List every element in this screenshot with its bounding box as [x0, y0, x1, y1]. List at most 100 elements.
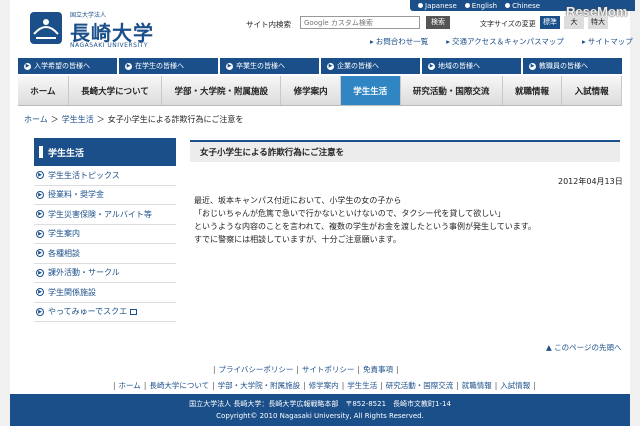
article-line: というような内容のことを言われて、複数の学生がお金を渡したという事例が発生してい…	[194, 222, 536, 231]
footer-nav-home[interactable]: ホーム	[119, 381, 141, 390]
footer-nav-research[interactable]: 研究活動・国際交流	[386, 381, 454, 390]
breadcrumb-student-life[interactable]: 学生生活	[62, 115, 94, 124]
nav-admissions[interactable]: 入試情報	[562, 76, 622, 105]
logo-english: NAGASAKI UNIVERSITY	[70, 42, 148, 49]
arrow-right-icon: ▶	[125, 62, 132, 70]
breadcrumb: ホーム＞学生生活＞女子小学生による詐欺行為にご注意を	[24, 114, 243, 125]
sidebar: 学生生活 ▶ 学生生活トピックス ▶ 授業料・奨学金 ▶ 学生災害保険・アルバイト等 …	[34, 138, 176, 322]
sidebar-item-counseling[interactable]: ▶ 各種相談	[34, 244, 176, 264]
back-to-top-link[interactable]: ▲ このページの先頭へ	[546, 342, 622, 353]
separator-icon: |	[296, 365, 299, 374]
footer-nav-admissions[interactable]: 入試情報	[500, 381, 530, 390]
separator-icon: |	[456, 381, 459, 390]
utility-links: ▸ お問合わせ一覧 ▸ 交通アクセス＆キャンパスマップ ▸ サイトマップ	[370, 36, 633, 47]
nav-academics[interactable]: 修学案内	[281, 76, 341, 105]
arrow-right-icon: ▶	[226, 62, 233, 70]
lang-chinese[interactable]: Chinese	[505, 2, 540, 10]
arrow-right-icon: ▶	[529, 62, 536, 70]
lang-japanese[interactable]: Japanese	[418, 2, 457, 10]
arrow-right-icon: ▶	[36, 307, 44, 316]
article-line: 「おじいちゃんが危篤で急いで行かないといけないので、タクシー代を貸して欲しい」	[194, 209, 506, 218]
sidebar-item-square[interactable]: ▶ やってみゅーでスクエ	[34, 303, 176, 322]
university-logo[interactable]: 国立大学法人 長崎大学 NAGASAKI UNIVERSITY	[28, 8, 178, 50]
audience-community[interactable]: ▶ 地域の皆様へ	[422, 58, 521, 74]
arrow-right-icon: ▶	[36, 268, 44, 277]
footer-bar: 国立大学法人 長崎大学：長崎大学広報戦略本部 〒852-8521 長崎市文教町1…	[10, 394, 630, 426]
nav-research[interactable]: 研究活動・国際交流	[401, 76, 503, 105]
text-size-label: 文字サイズの変更	[480, 20, 536, 28]
sidebar-item-tuition[interactable]: ▶ 授業料・奨学金	[34, 186, 176, 205]
footer-nav-faculties[interactable]: 学部・大学院・附属施設	[218, 381, 301, 390]
site-header: 国立大学法人 長崎大学 NAGASAKI UNIVERSITY Japanese…	[10, 0, 635, 56]
audience-alumni[interactable]: ▶ 卒業生の皆様へ	[220, 58, 319, 74]
bullet-icon	[505, 2, 511, 8]
text-size-standard-button[interactable]: 標準	[540, 16, 560, 29]
footer-nav-academics[interactable]: 修学案内	[309, 381, 339, 390]
arrow-right-icon: ▶	[36, 288, 44, 297]
nav-about[interactable]: 長崎大学について	[69, 76, 163, 105]
article-line: すでに警察には相談していますが、十分ご注意願います。	[194, 235, 401, 244]
university-emblem-icon	[30, 12, 62, 44]
footer-privacy-link[interactable]: プライバシーポリシー	[219, 365, 294, 374]
text-size-large-button[interactable]: 大	[564, 16, 584, 29]
sidebar-item-facilities[interactable]: ▶ 学生関係施設	[34, 283, 176, 303]
breadcrumb-current: 女子小学生による詐欺行為にご注意を	[107, 115, 244, 124]
audience-prospective[interactable]: ▶ 入学希望の皆様へ	[18, 58, 117, 74]
footer-nav-student-life[interactable]: 学生生活	[347, 381, 377, 390]
main-nav: ホーム 長崎大学について 学部・大学院・附属施設 修学案内 学生生活 研究活動・…	[18, 76, 622, 106]
nav-home[interactable]: ホーム	[18, 76, 69, 105]
separator-icon: |	[212, 381, 215, 390]
footer-disclaimer-link[interactable]: 免責事項	[363, 365, 393, 374]
page: 国立大学法人 長崎大学 NAGASAKI UNIVERSITY Japanese…	[10, 0, 635, 426]
search-button[interactable]: 検索	[426, 16, 450, 29]
footer-policy-links: | プライバシーポリシー | サイトポリシー | 免責事項 |	[210, 364, 401, 375]
article-date: 2012年04月13日	[558, 177, 623, 186]
sitemap-link[interactable]: ▸ サイトマップ	[582, 36, 633, 47]
sidebar-item-guide[interactable]: ▶ 学生案内	[34, 225, 176, 244]
article-title: 女子小学生による詐欺行為にご注意を	[190, 140, 620, 162]
footer-sitepolicy-link[interactable]: サイトポリシー	[302, 365, 355, 374]
breadcrumb-home[interactable]: ホーム	[24, 115, 48, 124]
access-map-link[interactable]: ▸ 交通アクセス＆キャンパスマップ	[446, 36, 564, 47]
search-label: サイト内検索	[246, 20, 291, 29]
footer-nav-careers[interactable]: 就職情報	[462, 381, 492, 390]
audience-nav: ▶ 入学希望の皆様へ ▶ 在学生の皆様へ ▶ 卒業生の皆様へ ▶ 企業の皆様へ ▶ 地域の…	[18, 58, 622, 74]
footer-nav-about[interactable]: 長崎大学について	[149, 381, 209, 390]
breadcrumb-separator-icon: ＞	[96, 115, 105, 124]
lang-english[interactable]: English	[464, 2, 497, 10]
sidebar-item-topics[interactable]: ▶ 学生生活トピックス	[34, 166, 176, 186]
separator-icon: |	[113, 381, 116, 390]
separator-icon: |	[357, 365, 360, 374]
arrow-right-icon: ▶	[428, 62, 435, 70]
separator-icon: |	[303, 381, 306, 390]
arrow-right-icon: ▸	[370, 37, 374, 46]
text-size-xlarge-button[interactable]: 特大	[588, 16, 608, 29]
contact-link[interactable]: ▸ お問合わせ一覧	[370, 36, 428, 47]
footer-copyright: Copyright© 2010 Nagasaki University, All…	[216, 412, 424, 420]
audience-students[interactable]: ▶ 在学生の皆様へ	[119, 58, 218, 74]
separator-icon: |	[494, 381, 498, 390]
nav-faculties[interactable]: 学部・大学院・附属施設	[162, 76, 282, 105]
search-input[interactable]	[300, 16, 420, 29]
arrow-right-icon: ▶	[36, 210, 44, 219]
sidebar-item-insurance[interactable]: ▶ 学生災害保険・アルバイト等	[34, 205, 176, 225]
separator-icon: |	[533, 381, 536, 390]
nav-careers[interactable]: 就職情報	[503, 76, 563, 105]
separator-icon: |	[143, 381, 147, 390]
footer-address: 国立大学法人 長崎大学：長崎大学広報戦略本部 〒852-8521 長崎市文教町1…	[189, 400, 451, 408]
arrow-right-icon: ▶	[24, 62, 31, 70]
audience-companies[interactable]: ▶ 企業の皆様へ	[321, 58, 420, 74]
nav-student-life[interactable]: 学生生活	[340, 76, 401, 105]
sidebar-title: 学生生活	[34, 138, 176, 166]
arrow-right-icon: ▶	[36, 190, 44, 199]
arrow-right-icon: ▶	[36, 249, 44, 258]
article-body: 最近、坂本キャンパス付近において、小学生の女の子から 「おじいちゃんが危篤で急い…	[194, 194, 614, 246]
separator-icon: |	[213, 365, 216, 374]
sidebar-item-clubs[interactable]: ▶ 課外活動・サークル	[34, 264, 176, 283]
separator-icon: |	[380, 381, 383, 390]
bullet-icon	[464, 2, 470, 8]
separator-icon: |	[395, 365, 399, 374]
audience-staff[interactable]: ▶ 教職員の皆様へ	[523, 58, 622, 74]
external-link-icon	[130, 308, 138, 315]
arrow-right-icon: ▸	[581, 37, 586, 46]
